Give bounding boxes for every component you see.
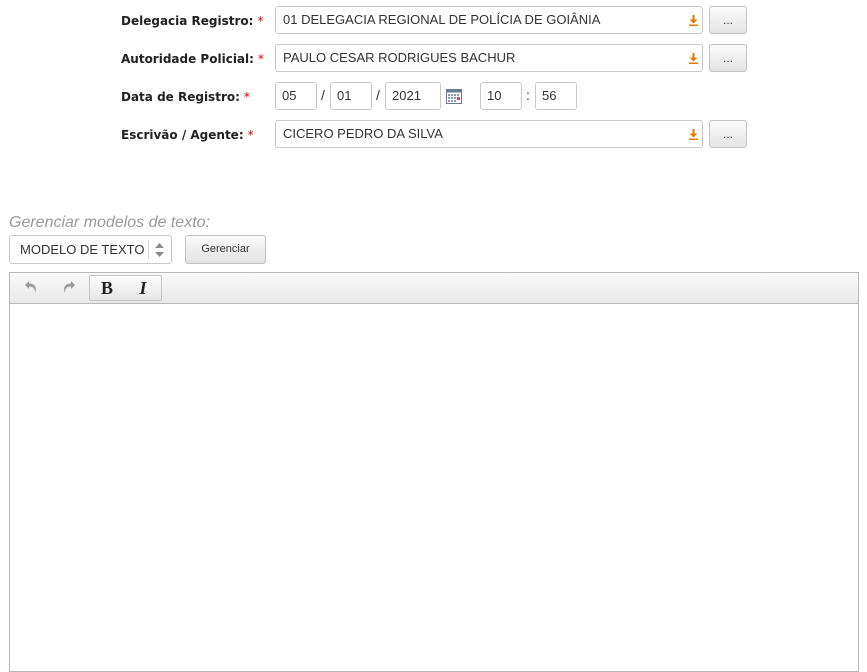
models-label: Gerenciar modelos de texto: bbox=[9, 214, 210, 231]
delegacia-label: Delegacia Registro: * bbox=[121, 14, 264, 28]
model-select-value: MODELO DE TEXTO bbox=[20, 242, 145, 257]
bold-icon: B bbox=[100, 278, 113, 298]
required-marker: * bbox=[247, 128, 254, 142]
escrivao-select[interactable]: CICERO PEDRO DA SILVA bbox=[275, 120, 703, 148]
model-select[interactable]: MODELO DE TEXTO bbox=[9, 235, 172, 264]
select-divider bbox=[148, 240, 149, 259]
required-marker: * bbox=[257, 14, 264, 28]
required-marker: * bbox=[257, 52, 264, 66]
autoridade-select[interactable]: PAULO CESAR RODRIGUES BACHUR bbox=[275, 44, 703, 72]
text-editor: B I bbox=[9, 272, 859, 672]
escrivao-lookup-button[interactable]: ... bbox=[709, 120, 747, 148]
calendar-icon[interactable] bbox=[446, 88, 462, 104]
dropdown-arrow-icon bbox=[689, 129, 698, 140]
required-marker: * bbox=[243, 90, 250, 104]
date-separator: / bbox=[376, 87, 380, 103]
month-input[interactable]: 01 bbox=[330, 82, 372, 110]
year-input[interactable]: 2021 bbox=[385, 82, 441, 110]
day-input[interactable]: 05 bbox=[275, 82, 317, 110]
history-group bbox=[12, 275, 88, 301]
bold-button[interactable]: B bbox=[91, 276, 123, 300]
autoridade-label: Autoridade Policial: * bbox=[121, 52, 264, 66]
undo-button[interactable] bbox=[16, 275, 48, 299]
format-group: B I bbox=[89, 275, 162, 301]
editor-toolbar: B I bbox=[10, 273, 858, 304]
delegacia-select[interactable]: 01 DELEGACIA REGIONAL DE POLÍCIA DE GOIÂ… bbox=[275, 6, 703, 34]
undo-icon bbox=[25, 281, 36, 293]
delegacia-value: 01 DELEGACIA REGIONAL DE POLÍCIA DE GOIÂ… bbox=[283, 12, 601, 27]
italic-icon: I bbox=[139, 278, 147, 298]
redo-button[interactable] bbox=[52, 275, 84, 299]
up-down-arrows-icon bbox=[155, 243, 164, 257]
dropdown-arrow-icon bbox=[689, 53, 698, 64]
autoridade-value: PAULO CESAR RODRIGUES BACHUR bbox=[283, 50, 516, 65]
data-registro-label: Data de Registro: * bbox=[121, 90, 250, 104]
escrivao-value: CICERO PEDRO DA SILVA bbox=[283, 126, 443, 141]
redo-icon bbox=[64, 281, 75, 293]
editor-content-area[interactable] bbox=[10, 304, 858, 671]
italic-button[interactable]: I bbox=[127, 276, 159, 300]
minute-input[interactable]: 56 bbox=[535, 82, 577, 110]
escrivao-label: Escrivão / Agente: * bbox=[121, 128, 254, 142]
data-registro-row: Data de Registro: * 05 / 01 / 2021 10 : 5… bbox=[0, 82, 867, 112]
time-separator: : bbox=[526, 87, 530, 103]
delegacia-lookup-button[interactable]: ... bbox=[709, 6, 747, 34]
autoridade-lookup-button[interactable]: ... bbox=[709, 44, 747, 72]
manage-models-button[interactable]: Gerenciar bbox=[185, 235, 266, 264]
escrivao-row: Escrivão / Agente: * CICERO PEDRO DA SILV… bbox=[0, 120, 867, 150]
dropdown-arrow-icon bbox=[689, 15, 698, 26]
autoridade-row: Autoridade Policial: * PAULO CESAR RODRIG… bbox=[0, 44, 867, 74]
date-separator: / bbox=[321, 87, 325, 103]
delegacia-row: Delegacia Registro: * 01 DELEGACIA REGION… bbox=[0, 6, 867, 36]
hour-input[interactable]: 10 bbox=[480, 82, 522, 110]
